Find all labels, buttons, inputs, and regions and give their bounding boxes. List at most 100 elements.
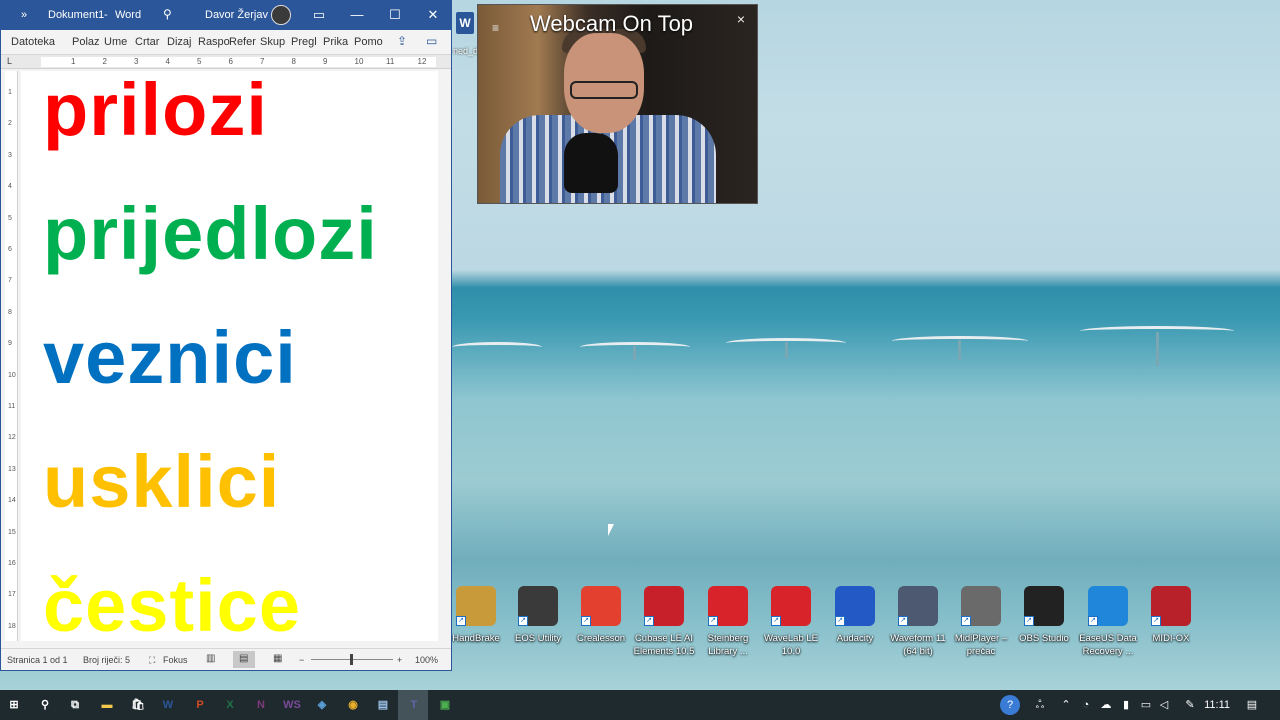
word-window[interactable]: » Dokument1 - Word ⚲ Davor Žerjav ▭ — ☐ … [0, 0, 452, 671]
powerpoint-icon[interactable]: P [190, 695, 210, 715]
battery-icon[interactable]: ▭ [1136, 695, 1156, 715]
desktop-icon[interactable]: ↗ MidiPlayer – prečac [948, 584, 1014, 658]
network-icon[interactable]: ◔ [1076, 695, 1096, 715]
tab-home[interactable]: Polaz [72, 36, 100, 48]
steinberg-icon: ↗ [708, 586, 748, 626]
zoom-out-button[interactable]: − [299, 655, 304, 665]
desktop-icon[interactable]: ↗ HandBrake [443, 584, 509, 645]
desktop-icon[interactable]: ↗ Waveform 11 (64 bit) [885, 584, 951, 658]
search-icon[interactable]: ⚲ [35, 695, 55, 715]
tab-mailings[interactable]: Skup [260, 36, 285, 48]
web-layout-icon[interactable]: ▦ [273, 653, 282, 664]
word-icon[interactable]: W [158, 695, 178, 715]
desktop-icon[interactable]: ↗ EOS Utility [505, 584, 571, 645]
shortcut-arrow-icon: ↗ [708, 616, 718, 626]
tab-layout[interactable]: Raspo [198, 36, 230, 48]
tab-insert[interactable]: Ume [104, 36, 127, 48]
zoom-slider-thumb[interactable] [350, 654, 353, 665]
tab-references[interactable]: Refer [229, 36, 256, 48]
print-layout-icon[interactable]: ▤ [239, 653, 248, 664]
page-count[interactable]: Stranica 1 od 1 [7, 655, 68, 665]
webcam-microphone [564, 133, 618, 193]
chrome-icon[interactable]: ◉ [343, 695, 363, 715]
vruler-number: 9 [8, 340, 12, 348]
user-name[interactable]: Davor Žerjav [205, 9, 268, 21]
document-page[interactable]: prilozi prijedlozi veznici usklici česti… [21, 71, 438, 643]
desktop-icon[interactable]: ↗ Steinberg Library ... [695, 584, 761, 658]
desktop-icon[interactable]: ↗ MIDI-OX [1138, 584, 1204, 645]
ws-icon[interactable]: WS [282, 695, 302, 715]
title-bar[interactable]: » Dokument1 - Word ⚲ Davor Žerjav ▭ — ☐ … [1, 1, 451, 30]
tab-selector-icon[interactable]: L [7, 56, 12, 66]
volume-icon[interactable]: ◁ [1154, 695, 1174, 715]
usb-icon[interactable]: ▮ [1116, 695, 1136, 715]
desktop-icon[interactable]: ↗ Cubase LE AI Elements 10.5 [631, 584, 697, 658]
zoom-level[interactable]: 100% [415, 655, 438, 665]
task-view-icon[interactable]: ⧉ [65, 695, 85, 715]
webcam-app-icon[interactable]: ▣ [435, 695, 455, 715]
teams-icon[interactable]: T [404, 695, 424, 715]
tab-review[interactable]: Pregl [291, 36, 317, 48]
onenote-icon[interactable]: N [251, 695, 271, 715]
tab-draw[interactable]: Crtar [135, 36, 159, 48]
tab-file[interactable]: Datoteka [11, 36, 55, 48]
store-icon[interactable]: 🛍 [128, 695, 148, 715]
file-explorer-icon[interactable]: ▬ [97, 695, 117, 715]
desktop-icon[interactable]: ↗ WaveLab LE 10.0 [758, 584, 824, 658]
desktop-icon-label: Steinberg Library ... [707, 633, 749, 657]
ribbon-display-options-icon[interactable]: ▭ [304, 5, 334, 25]
shortcut-arrow-icon: ↗ [518, 616, 528, 626]
ribbon-tabs: Datoteka Polaz Ume Crtar Dizaj Raspo Ref… [1, 30, 451, 55]
horizontal-ruler[interactable]: L 1 2 3 4 5 6 7 8 9 10 11 12 [1, 55, 451, 69]
vruler-number: 17 [8, 591, 16, 599]
tell-me-search-icon[interactable]: ⚲ [163, 7, 172, 21]
desktop-icon-label: EOS Utility [515, 633, 561, 644]
document-title: Dokument1 [48, 9, 105, 21]
avatar[interactable] [271, 5, 291, 25]
read-mode-icon[interactable]: ▥ [206, 653, 215, 664]
desktop-word-file-icon[interactable]: W [456, 12, 474, 34]
zoom-in-button[interactable]: + [397, 655, 402, 665]
post-decoration [785, 342, 788, 358]
webcam-window[interactable]: ≡ Webcam On Top × [477, 4, 758, 204]
tab-help[interactable]: Pomo [354, 36, 383, 48]
notifications-icon[interactable]: ▤ [1242, 695, 1262, 715]
focus-icon[interactable]: ⛶ [149, 655, 155, 666]
comments-icon[interactable]: ▭ [426, 34, 437, 48]
notepad-icon[interactable]: ▤ [373, 695, 393, 715]
people-icon[interactable]: ஃ [1030, 695, 1050, 715]
piano-icon: ↗ [961, 586, 1001, 626]
word-count[interactable]: Broj riječi: 5 [83, 655, 130, 665]
generic-app-icon[interactable]: ◈ [312, 695, 332, 715]
shortcut-arrow-icon: ↗ [771, 616, 781, 626]
excel-icon[interactable]: X [220, 695, 240, 715]
chevron-up-icon[interactable]: ⌃ [1056, 695, 1076, 715]
maximize-button[interactable]: ☐ [380, 5, 410, 25]
vruler-number: 4 [8, 183, 12, 191]
desktop-icon[interactable]: ↗ Audacity [822, 584, 888, 645]
tab-view[interactable]: Prika [323, 36, 348, 48]
share-icon[interactable]: ⇪ [397, 34, 407, 48]
minimize-button[interactable]: — [342, 5, 372, 25]
close-icon[interactable]: × [737, 11, 745, 27]
desktop-icon[interactable]: ↗ EaseUS Data Recovery ... [1075, 584, 1141, 658]
desktop-icon[interactable]: ↗ Crealesson [568, 584, 634, 645]
help-icon[interactable]: ? [1000, 695, 1020, 715]
focus-button[interactable]: Fokus [163, 655, 188, 665]
close-button[interactable]: ✕ [418, 5, 448, 25]
vertical-ruler[interactable]: 1 2 3 4 5 6 7 8 9 10 11 12 13 14 15 16 17 18 [5, 71, 18, 641]
shortcut-arrow-icon: ↗ [898, 616, 908, 626]
clock[interactable]: 11:11 [1204, 699, 1230, 711]
desktop-icon[interactable]: ↗ OBS Studio [1011, 584, 1077, 645]
quick-access-overflow-button[interactable]: » [21, 9, 27, 21]
onedrive-icon[interactable]: ☁ [1096, 695, 1116, 715]
tab-design[interactable]: Dizaj [167, 36, 191, 48]
vruler-number: 14 [8, 497, 16, 505]
desktop-icon-label: MidiPlayer – prečac [954, 633, 1008, 657]
menu-icon[interactable]: ≡ [492, 21, 499, 35]
pen-icon[interactable]: ✎ [1180, 695, 1200, 715]
desktop-icon-label: HandBrake [452, 633, 500, 644]
desktop-partial-label: ned_d [453, 46, 479, 56]
desktop-icon-label: EaseUS Data Recovery ... [1079, 633, 1137, 657]
start-icon[interactable]: ⊞ [4, 695, 24, 715]
